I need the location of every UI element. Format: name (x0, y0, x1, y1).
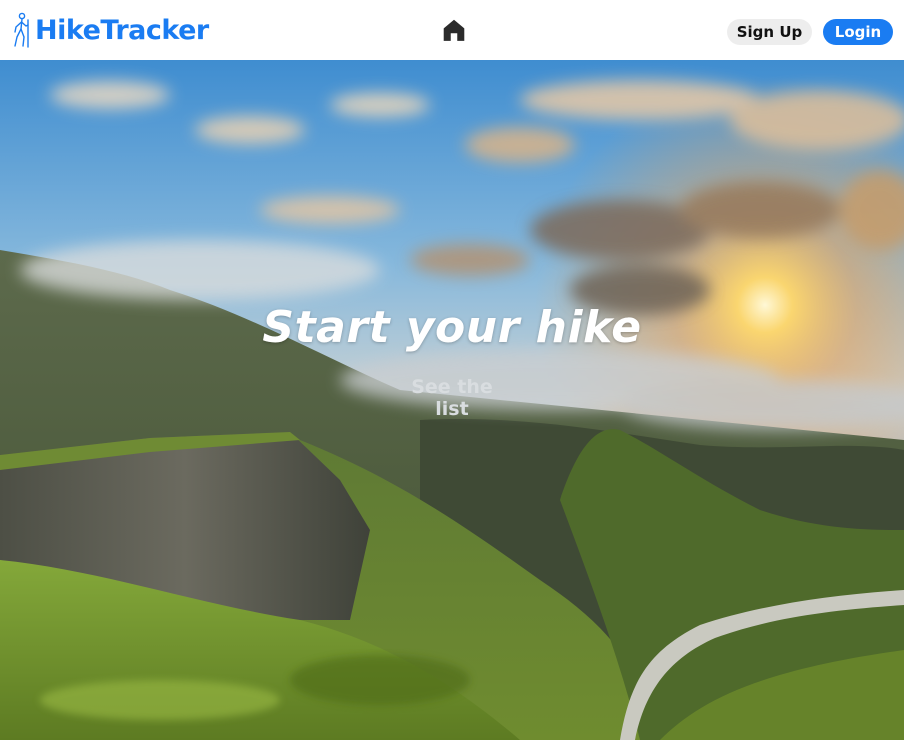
login-button[interactable]: Login (823, 19, 893, 45)
hero-section: Start your hike See the list (0, 60, 904, 740)
brand-name: HikeTracker (35, 14, 209, 46)
sign-up-button[interactable]: Sign Up (727, 19, 812, 45)
hero-title: Start your hike (262, 302, 642, 353)
hiker-icon (14, 12, 29, 48)
top-navbar: HikeTracker Sign Up Login (0, 0, 904, 60)
home-button[interactable] (441, 17, 467, 43)
see-the-list-link[interactable]: See the list (392, 376, 512, 420)
brand-logo-link[interactable]: HikeTracker (11, 12, 209, 48)
home-icon (443, 19, 465, 41)
